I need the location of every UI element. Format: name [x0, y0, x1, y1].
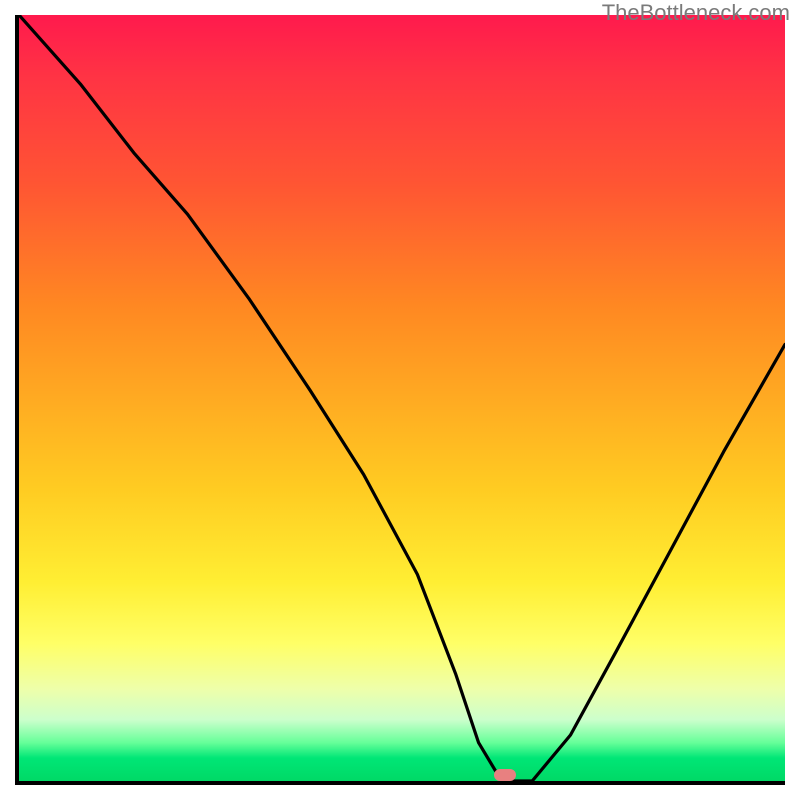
plot-area: [15, 15, 785, 785]
chart-container: TheBottleneck.com: [0, 0, 800, 800]
bottleneck-curve: [19, 15, 785, 781]
watermark-text: TheBottleneck.com: [602, 0, 790, 26]
optimal-marker: [494, 769, 516, 781]
